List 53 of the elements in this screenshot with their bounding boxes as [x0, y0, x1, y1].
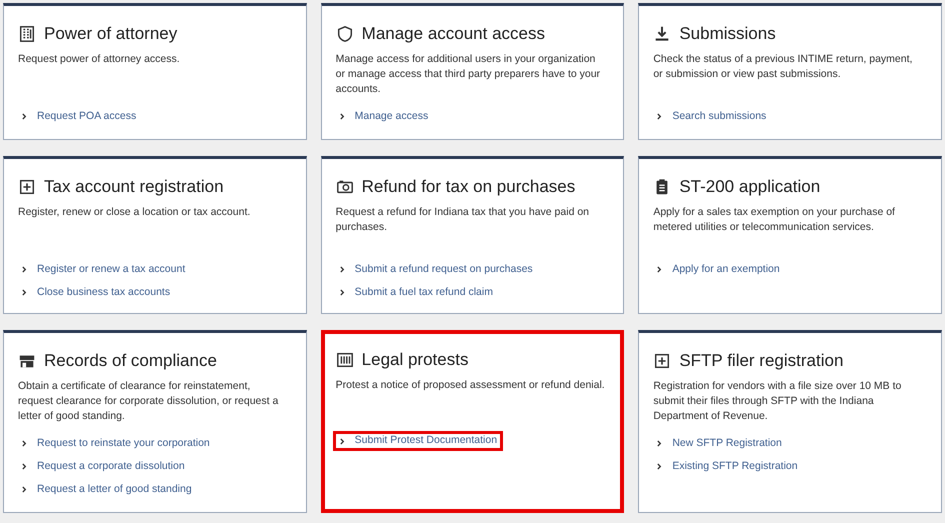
chevron-icon: [657, 440, 662, 447]
card-description: Manage access for additional users in your organization or manage access that third party preparers have to your accounts.: [336, 52, 602, 97]
chevron-icon: [22, 440, 27, 447]
chevron-icon: [340, 289, 345, 296]
card-description: Register, renew or close a location or tax account.: [18, 205, 252, 220]
card-description: Check the status of a previous INTIME return, payment, or submission or view past submissions.: [653, 52, 914, 82]
link[interactable]: Request to reinstate your corporation: [18, 435, 210, 452]
card-title: Power of attorney: [44, 23, 178, 46]
plus-box-icon: [653, 352, 672, 370]
chevron-icon: [22, 463, 27, 470]
card-title: Legal protests: [362, 349, 468, 372]
card-title: Submissions: [679, 23, 776, 46]
chevron-icon: [22, 289, 27, 296]
card-title: Records of compliance: [44, 350, 217, 372]
link[interactable]: Close business tax accounts: [18, 284, 170, 301]
card-title: SFTP filer registration: [679, 350, 844, 372]
download-icon: [653, 25, 672, 43]
card-title: Tax account registration: [44, 176, 224, 198]
card-description: Obtain a certificate of clearance for reinstatement, request clearance for corporate dissolution, or request a letter of good standing.: [18, 379, 280, 424]
link[interactable]: Register or renew a tax account: [18, 261, 186, 278]
link[interactable]: Submit a fuel tax refund claim: [336, 284, 493, 301]
link[interactable]: Existing SFTP Registration: [653, 458, 798, 475]
chevron-icon: [22, 266, 27, 273]
link[interactable]: Submit Protest Documentation: [332, 431, 504, 451]
link[interactable]: New SFTP Registration: [653, 435, 782, 452]
card-description: Apply for a sales tax exemption on your purchase of metered utilities or telecommunication services.: [653, 205, 896, 235]
link[interactable]: Manage access: [336, 108, 428, 125]
chevron-icon: [340, 113, 345, 120]
camera-icon: [336, 178, 354, 196]
shield-icon: [336, 25, 354, 43]
card-description: Registration for vendors with a file size over 10 MB to submit their files through SFTP with the Indiana Department of Revenue.: [653, 379, 902, 424]
link[interactable]: Search submissions: [653, 108, 766, 125]
card-description: Request power of attorney access.: [18, 52, 181, 67]
building-icon: [18, 25, 36, 43]
chevron-icon: [657, 113, 662, 120]
columns-icon: [336, 351, 354, 369]
plus-box-icon: [18, 178, 36, 196]
link[interactable]: Request POA access: [18, 108, 136, 125]
chevron-icon: [340, 438, 345, 444]
chevron-icon: [657, 266, 662, 273]
card-title: ST-200 application: [679, 176, 820, 198]
card-description: Protest a notice of proposed assessment or refund denial.: [336, 378, 606, 393]
chevron-icon: [22, 486, 27, 493]
chevron-icon: [22, 113, 27, 120]
chevron-icon: [340, 266, 345, 273]
link[interactable]: Request a letter of good standing: [18, 481, 192, 498]
card-title: Manage account access: [362, 23, 545, 46]
link[interactable]: Submit a refund request on purchases: [336, 261, 533, 278]
link[interactable]: Request a corporate dissolution: [18, 458, 185, 475]
card-title: Refund for tax on purchases: [362, 176, 576, 198]
card-description: Request a refund for Indiana tax that you have paid on purchases.: [336, 205, 590, 235]
chevron-icon: [657, 463, 662, 470]
link[interactable]: Apply for an exemption: [653, 261, 780, 278]
